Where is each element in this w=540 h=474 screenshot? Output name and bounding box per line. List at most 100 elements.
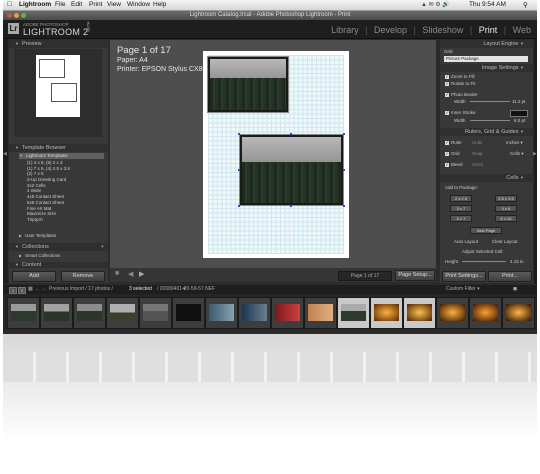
lightroom-templates-folder[interactable]: ▼ Lightroom Templates: [19, 153, 104, 159]
forward-arrow-icon[interactable]: →: [41, 285, 46, 294]
left-panel-edge[interactable]: ◀: [3, 39, 8, 284]
bleed-row[interactable]: ✓ Bleed: [445, 162, 463, 167]
filter-lock-icon[interactable]: ◼: [513, 285, 517, 294]
photo-border-slider[interactable]: [470, 101, 510, 102]
filmstrip-thumb[interactable]: [238, 297, 271, 329]
menu-lightroom[interactable]: Lightroom: [19, 1, 51, 8]
grid-row[interactable]: ✓ Grid: [445, 151, 460, 156]
cell-size-button[interactable]: 3 x 7: [450, 205, 472, 212]
previous-page-icon[interactable]: ◀: [128, 270, 133, 278]
layout-engine-header[interactable]: Layout Engine ▼: [440, 40, 533, 48]
module-library[interactable]: Library: [331, 25, 359, 35]
preview-header[interactable]: ▼ Preview: [9, 40, 108, 48]
print-button[interactable]: Print...: [488, 271, 532, 282]
module-develop[interactable]: Develop: [374, 25, 407, 35]
checkbox-checked-icon[interactable]: ✓: [445, 74, 449, 79]
back-arrow-icon[interactable]: ←: [35, 285, 40, 294]
auto-layout-button[interactable]: Auto Layout: [454, 239, 478, 244]
spotlight-icon[interactable]: ⚲: [523, 1, 528, 9]
filmstrip-thumb[interactable]: [205, 297, 238, 329]
engine-option-picture-package[interactable]: Picture Package: [444, 56, 528, 62]
smart-collections-folder[interactable]: ▶ Smart Collections: [19, 253, 60, 258]
filmstrip-thumb[interactable]: [271, 297, 304, 329]
menu-view[interactable]: View: [107, 1, 121, 8]
module-slideshow[interactable]: Slideshow: [422, 25, 463, 35]
checkbox-checked-icon[interactable]: ✓: [445, 81, 449, 86]
cell-size-button[interactable]: 2 x 2.5: [450, 195, 472, 202]
filmstrip-thumb[interactable]: [502, 297, 535, 329]
right-panel-edge[interactable]: ▶: [533, 39, 537, 284]
clear-layout-button[interactable]: Clear Layout: [492, 239, 518, 244]
cell-height-slider[interactable]: [462, 261, 506, 262]
print-settings-button[interactable]: Print Settings...: [442, 271, 486, 282]
filename-dropdown-icon[interactable]: ▾: [183, 285, 186, 294]
inner-stroke-row[interactable]: ✓ Inner Stroke: [445, 110, 476, 115]
filmstrip-thumb[interactable]: [7, 297, 40, 329]
apple-icon[interactable]: : [7, 1, 12, 8]
units-dropdown[interactable]: Inches ▾: [506, 140, 523, 146]
checkbox-checked-icon[interactable]: ✓: [445, 110, 449, 115]
height-value[interactable]: 4.15 in: [510, 259, 524, 264]
page-setup-button[interactable]: Page Setup...: [395, 270, 435, 281]
menu-print[interactable]: Print: [89, 1, 102, 8]
filmstrip-thumb-selected[interactable]: [370, 297, 403, 329]
filmstrip-thumb-selected[interactable]: [403, 297, 436, 329]
checkbox-checked-icon[interactable]: ✓: [445, 162, 449, 167]
image-settings-header[interactable]: Image Settings ▼: [440, 64, 533, 72]
first-page-icon[interactable]: ■: [115, 270, 119, 277]
module-print[interactable]: Print: [479, 25, 498, 35]
cell-size-button[interactable]: 5 x 7: [450, 215, 472, 222]
rotate-to-fit-row[interactable]: ✓ Rotate to Fit: [445, 81, 476, 86]
resize-handle[interactable]: [343, 169, 345, 171]
minimize-window-button[interactable]: [14, 13, 19, 18]
resize-handle[interactable]: [290, 205, 292, 207]
photo-border-value[interactable]: 11.2 pt: [512, 99, 525, 104]
filmstrip-thumb[interactable]: [172, 297, 205, 329]
close-window-button[interactable]: [7, 13, 12, 18]
source-breadcrumb[interactable]: Previous Import / 17 photos /: [49, 285, 113, 294]
collapse-left-icon[interactable]: ◀: [3, 151, 7, 157]
cell-size-button[interactable]: 2.5 x 3.5: [495, 195, 517, 202]
template-item[interactable]: Triptych: [9, 217, 108, 223]
snap-dropdown[interactable]: Cells ▾: [510, 151, 524, 157]
second-window-2-button[interactable]: 2: [18, 287, 26, 294]
cells-header[interactable]: Cells ▼: [440, 174, 533, 182]
resize-handle[interactable]: [238, 169, 240, 171]
menu-file[interactable]: File: [55, 1, 65, 8]
filmstrip-thumb[interactable]: [73, 297, 106, 329]
collections-header[interactable]: ▼ Collections +: [9, 243, 108, 251]
checkbox-checked-icon[interactable]: ✓: [445, 151, 449, 156]
ruler-row[interactable]: ✓ Ruler: [445, 140, 462, 145]
photo-cell-2[interactable]: [239, 134, 344, 206]
menu-help[interactable]: Help: [153, 1, 166, 8]
collapse-right-icon[interactable]: ▶: [533, 151, 537, 157]
checkbox-checked-icon[interactable]: ✓: [445, 92, 449, 97]
resize-handle[interactable]: [238, 205, 240, 207]
stroke-color-swatch[interactable]: [510, 110, 528, 117]
inner-stroke-value[interactable]: 6.0 pt: [514, 118, 525, 123]
checkbox-checked-icon[interactable]: ✓: [445, 140, 449, 145]
filmstrip-thumb[interactable]: [436, 297, 469, 329]
content-header[interactable]: ▼ Content: [9, 262, 108, 268]
user-templates-folder[interactable]: ▶ User Templates: [19, 233, 56, 238]
photo-cell-1[interactable]: [207, 56, 289, 113]
resize-handle[interactable]: [290, 133, 292, 135]
filmstrip-thumb[interactable]: [469, 297, 502, 329]
cell-size-button[interactable]: 4 x 6: [495, 205, 517, 212]
engine-option-grid[interactable]: Grid: [444, 49, 528, 55]
second-window-1-button[interactable]: 1: [9, 287, 17, 294]
filmstrip-thumb[interactable]: [304, 297, 337, 329]
remove-template-button[interactable]: Remove: [61, 271, 105, 282]
photo-border-row[interactable]: ✓ Photo Border: [445, 92, 478, 97]
filmstrip-thumb[interactable]: [139, 297, 172, 329]
template-browser-header[interactable]: ▼ Template Browser: [9, 144, 108, 152]
filmstrip-thumb[interactable]: [40, 297, 73, 329]
filmstrip-thumb-selected[interactable]: [337, 297, 370, 329]
menu-window[interactable]: Window: [127, 1, 150, 8]
resize-handle[interactable]: [343, 205, 345, 207]
next-page-icon[interactable]: ▶: [139, 270, 144, 278]
new-page-button[interactable]: New Page: [470, 227, 502, 234]
module-web[interactable]: Web: [513, 25, 531, 35]
filmstrip-thumb[interactable]: [106, 297, 139, 329]
zoom-window-button[interactable]: [21, 13, 26, 18]
